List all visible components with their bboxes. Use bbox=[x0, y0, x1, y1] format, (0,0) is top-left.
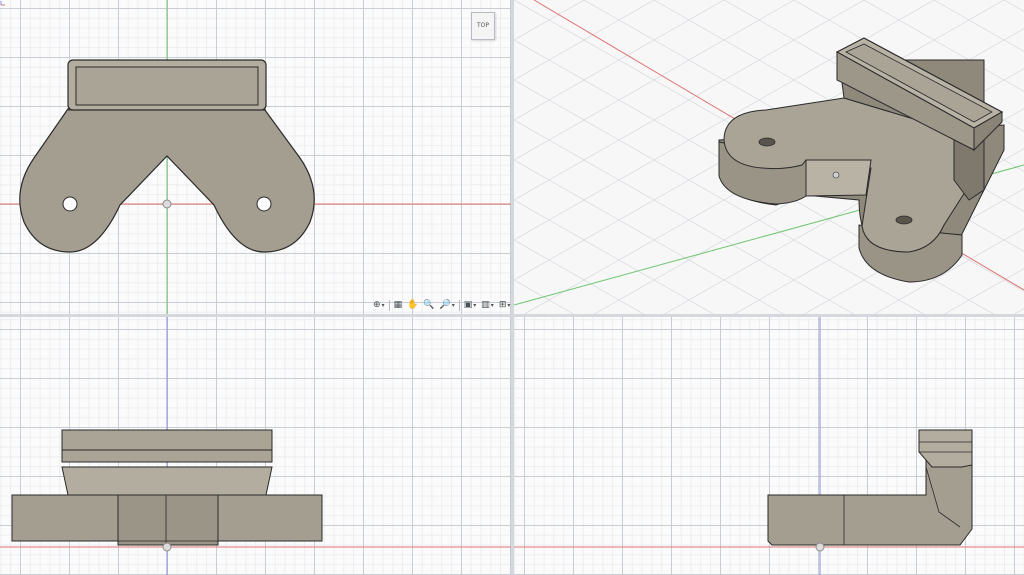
chevron-down-icon[interactable]: ▾ bbox=[491, 299, 494, 312]
display-settings-icon[interactable]: ▣ ▾ bbox=[463, 299, 478, 312]
viewport-top[interactable]: TOP ⊕ ▾ ▦ ✋ 🔍 🔎 ▾ ▣ ▾ ▥ ▾ ⊞ ▾ bbox=[0, 0, 511, 314]
viewport-front[interactable] bbox=[0, 317, 511, 575]
chevron-down-icon[interactable]: ▾ bbox=[382, 299, 385, 312]
grid-snaps-icon[interactable]: ▥ ▾ bbox=[480, 299, 495, 312]
viewport-isometric[interactable] bbox=[514, 0, 1024, 314]
chevron-down-icon[interactable]: ▾ bbox=[452, 299, 455, 312]
divider bbox=[388, 299, 390, 311]
part-right-view[interactable] bbox=[767, 429, 973, 546]
chevron-down-icon[interactable]: ▾ bbox=[473, 299, 476, 312]
iso-view-canvas bbox=[514, 0, 1024, 314]
top-view-canvas bbox=[0, 0, 511, 314]
chevron-down-icon[interactable]: ▾ bbox=[507, 299, 510, 312]
viewport-splitter-vertical[interactable] bbox=[511, 0, 514, 575]
origin-point[interactable] bbox=[815, 542, 825, 552]
origin-point[interactable] bbox=[162, 199, 172, 209]
part-front-view[interactable] bbox=[11, 429, 323, 546]
look-at-icon[interactable]: ▦ bbox=[393, 299, 404, 312]
divider bbox=[458, 299, 460, 311]
navigation-bar: ⊕ ▾ ▦ ✋ 🔍 🔎 ▾ ▣ ▾ ▥ ▾ ⊞ ▾ bbox=[372, 298, 511, 312]
mount-hole-right bbox=[895, 215, 913, 225]
axis-triad-icon bbox=[0, 1, 5, 6]
pan-hand-icon[interactable]: ✋ bbox=[406, 299, 419, 312]
mount-hole-right bbox=[256, 196, 272, 212]
viewcube-label: TOP bbox=[476, 22, 489, 29]
viewcube[interactable]: TOP bbox=[471, 12, 495, 40]
viewports-icon[interactable]: ⊞ ▾ bbox=[498, 299, 511, 312]
origin-point[interactable] bbox=[162, 542, 172, 552]
right-view-canvas bbox=[514, 317, 1024, 575]
front-view-canvas bbox=[0, 317, 511, 575]
mount-hole-left bbox=[758, 137, 776, 147]
viewport-right[interactable] bbox=[514, 317, 1024, 575]
orbit-icon[interactable]: ⊕ ▾ bbox=[372, 299, 386, 312]
viewport-splitter-horizontal[interactable] bbox=[0, 314, 1024, 317]
zoom-window-icon[interactable]: 🔎 ▾ bbox=[439, 299, 456, 312]
zoom-icon[interactable]: 🔍 bbox=[422, 299, 435, 312]
mount-hole-left bbox=[62, 196, 78, 212]
